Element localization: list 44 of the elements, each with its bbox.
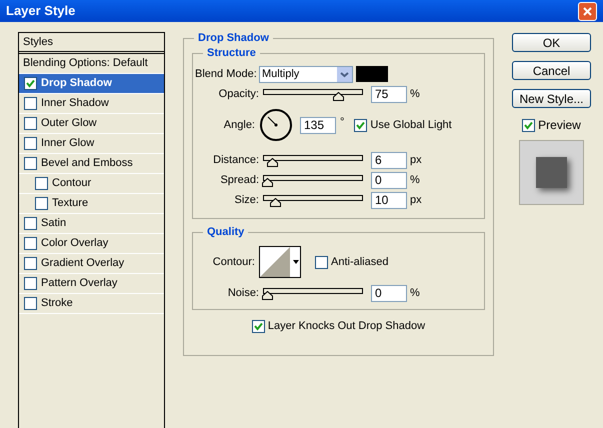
style-item[interactable]: Contour <box>19 174 164 194</box>
number-field[interactable]: 0 <box>371 172 407 188</box>
unit-label: px <box>410 192 422 208</box>
unit-label: px <box>410 152 422 168</box>
field-label: Size: <box>234 192 260 208</box>
style-item[interactable]: Color Overlay <box>19 234 164 254</box>
group-title: Drop Shadow <box>194 31 273 45</box>
checkbox-label: Layer Knocks Out Drop Shadow <box>268 319 426 334</box>
unit-label: % <box>410 86 420 102</box>
number-field[interactable]: 0 <box>371 284 407 302</box>
style-item[interactable]: Stroke <box>19 294 164 314</box>
unit-label: % <box>410 172 420 188</box>
number-field[interactable]: 135 <box>300 116 336 134</box>
dialog-button[interactable]: OK <box>512 33 591 52</box>
checkbox-label: Preview <box>538 117 581 134</box>
dialog-button[interactable]: New Style... <box>512 89 591 108</box>
field-label: Blend Mode: <box>195 66 258 82</box>
style-item[interactable]: Gradient Overlay <box>19 254 164 274</box>
style-item[interactable]: Inner Shadow <box>19 94 164 114</box>
field-label: Spread: <box>219 172 260 188</box>
style-item[interactable]: Pattern Overlay <box>19 274 164 294</box>
field-label: Noise: <box>226 286 260 301</box>
style-item[interactable]: Inner Glow <box>19 134 164 154</box>
field-label: Opacity: <box>218 86 260 102</box>
field-label: Angle: <box>222 118 256 133</box>
unit-label: ° <box>340 115 344 130</box>
checkbox-label: Use Global Light <box>370 118 452 133</box>
number-field[interactable]: 10 <box>371 192 407 208</box>
unit-label: % <box>410 286 420 301</box>
field-label: Contour: <box>212 254 256 270</box>
style-item[interactable]: Outer Glow <box>19 114 164 134</box>
style-item[interactable]: Bevel and Emboss <box>19 154 164 174</box>
panel-header: Styles <box>19 33 164 54</box>
number-field[interactable]: 6 <box>371 152 407 168</box>
style-item[interactable]: Drop Shadow <box>19 74 164 94</box>
window-title: Layer Style <box>6 2 76 20</box>
style-item[interactable]: Satin <box>19 214 164 234</box>
group-title: Quality <box>203 225 248 239</box>
number-field[interactable]: 75 <box>371 86 407 102</box>
dropdown[interactable]: Multiply <box>259 66 353 82</box>
style-item[interactable]: Texture <box>19 194 164 214</box>
field-label: Distance: <box>212 152 260 168</box>
checkbox-label: Anti-aliased <box>331 254 388 270</box>
dialog-button[interactable]: Cancel <box>512 61 591 80</box>
